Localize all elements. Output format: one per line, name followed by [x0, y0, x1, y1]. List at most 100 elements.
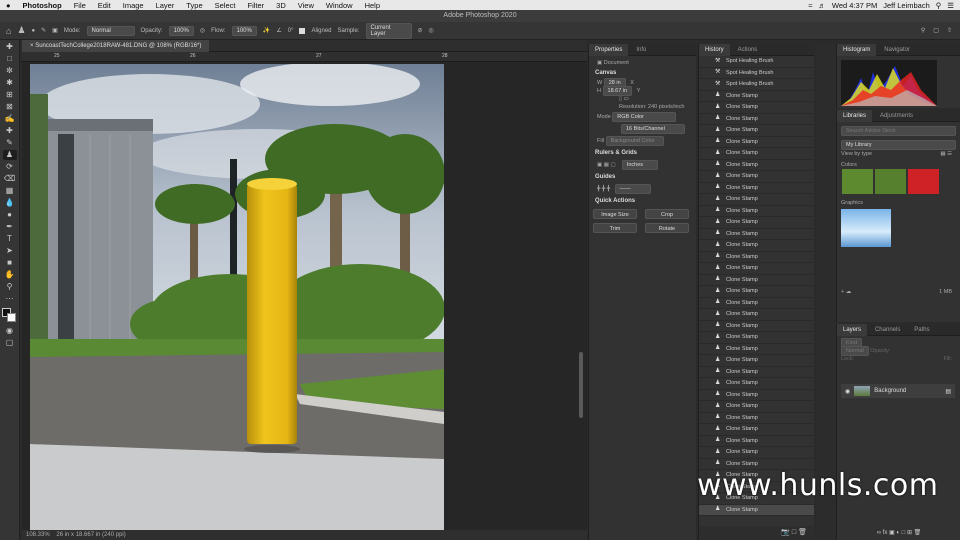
history-item[interactable]: ♟ Clone Stamp: [699, 102, 814, 114]
marquee-tool-icon[interactable]: □: [3, 54, 17, 64]
vertical-scrollbar[interactable]: [579, 352, 583, 418]
brush-tool-icon[interactable]: ✎: [3, 138, 17, 148]
rulers-grids-title[interactable]: Rulers & Grids: [589, 147, 696, 159]
history-item[interactable]: ♟ Clone Stamp: [699, 229, 814, 240]
mode-select[interactable]: Normal: [86, 25, 135, 36]
add-library-icon[interactable]: +: [841, 289, 844, 295]
history-item[interactable]: ♟ Clone Stamp: [699, 114, 814, 125]
trash-icon[interactable]: 🗑: [914, 530, 922, 536]
folder-icon[interactable]: □: [902, 530, 906, 536]
volume-icon[interactable]: ♬: [818, 1, 826, 10]
ignore-adjustments-icon[interactable]: ⊘: [418, 27, 423, 34]
tab-navigator[interactable]: Navigator: [878, 44, 916, 56]
blur-tool-icon[interactable]: 💧: [3, 198, 17, 208]
wifi-icon[interactable]: ≈: [808, 1, 812, 10]
landscape-icon[interactable]: ▭: [624, 96, 629, 102]
history-item[interactable]: ♟ Clone Stamp: [699, 252, 814, 263]
hand-tool-icon[interactable]: ✋: [3, 270, 17, 280]
bit-depth-select[interactable]: 16 Bits/Channel: [621, 124, 685, 134]
quick-mask-icon[interactable]: ◉: [3, 326, 17, 336]
menu-list-icon[interactable]: ☰: [947, 1, 954, 10]
history-item[interactable]: ♟ Clone Stamp: [699, 160, 814, 171]
portrait-icon[interactable]: ▯: [619, 96, 622, 102]
guide-style-select[interactable]: ——: [614, 184, 651, 194]
pen-tool-icon[interactable]: ✒: [3, 222, 17, 232]
history-item[interactable]: ♟ Clone Stamp: [699, 344, 814, 355]
units-select[interactable]: Inches: [621, 160, 658, 170]
history-item[interactable]: ♟ Clone Stamp: [699, 217, 814, 229]
menu-file[interactable]: File: [68, 1, 92, 10]
menu-3d[interactable]: 3D: [270, 1, 292, 10]
menu-edit[interactable]: Edit: [92, 1, 117, 10]
menu-help[interactable]: Help: [359, 1, 386, 10]
history-item[interactable]: ♟ Clone Stamp: [699, 194, 814, 206]
guide-layout-icon[interactable]: ╋: [607, 186, 610, 192]
move-tool-icon[interactable]: ✚: [3, 42, 17, 52]
history-item[interactable]: ♟ Clone Stamp: [699, 137, 814, 148]
history-item[interactable]: ⚒ Spot Healing Brush: [699, 68, 814, 79]
new-layer-icon[interactable]: ⊞: [907, 530, 912, 536]
angle-icon[interactable]: ∠: [276, 27, 281, 34]
history-item[interactable]: ♟ Clone Stamp: [699, 504, 814, 516]
history-item[interactable]: ♟ Clone Stamp: [699, 367, 814, 378]
frame-tool-icon[interactable]: ⊠: [3, 102, 17, 112]
smart-guide-icon[interactable]: ╋: [602, 186, 605, 192]
visibility-eye-icon[interactable]: ◉: [845, 388, 850, 395]
clone-stamp-tool-icon[interactable]: ♟: [2, 150, 17, 160]
clone-source-icon[interactable]: ▣: [52, 27, 58, 34]
history-item[interactable]: ♟ Clone Stamp: [699, 355, 814, 367]
quick-select-tool-icon[interactable]: ✱: [3, 78, 17, 88]
clock[interactable]: Wed 4:37 PM: [832, 1, 877, 10]
guides-title[interactable]: Guides: [589, 171, 696, 183]
search-icon[interactable]: ⚲: [921, 27, 925, 34]
layer-row-background[interactable]: ◉ Background ▤: [841, 384, 955, 398]
history-item[interactable]: ♟ Clone Stamp: [699, 286, 814, 298]
pressure-opacity-icon[interactable]: ◎: [200, 27, 205, 34]
history-brush-tool-icon[interactable]: ⟳: [3, 162, 17, 172]
menu-filter[interactable]: Filter: [241, 1, 270, 10]
history-item[interactable]: ♟ Clone Stamp: [699, 148, 814, 160]
clone-stamp-tool-icon[interactable]: ♟: [17, 25, 25, 36]
history-item[interactable]: ♟ Clone Stamp: [699, 263, 814, 275]
cloud-icon[interactable]: ☁: [846, 289, 852, 295]
history-item[interactable]: ♟ Clone Stamp: [699, 91, 814, 102]
canvas-area[interactable]: [22, 52, 587, 530]
history-item[interactable]: ⚒ Spot Healing Brush: [699, 56, 814, 68]
mask-icon[interactable]: ▣: [889, 530, 895, 536]
menu-app[interactable]: Photoshop: [17, 1, 68, 10]
library-color-swatch[interactable]: [842, 169, 873, 194]
path-select-tool-icon[interactable]: ➤: [3, 246, 17, 256]
rotate-button[interactable]: Rotate: [645, 223, 689, 233]
healing-brush-tool-icon[interactable]: ✚: [3, 126, 17, 136]
history-item[interactable]: ♟ Clone Stamp: [699, 413, 814, 424]
menu-view[interactable]: View: [292, 1, 320, 10]
grid-view-icon[interactable]: ▦ ☰: [940, 151, 952, 157]
guide-icon[interactable]: ╋: [597, 186, 600, 192]
rectangle-tool-icon[interactable]: ■: [3, 258, 17, 268]
history-item[interactable]: ♟ Clone Stamp: [699, 401, 814, 413]
history-item[interactable]: ♟ Clone Stamp: [699, 390, 814, 401]
history-item[interactable]: ♟ Clone Stamp: [699, 378, 814, 390]
document-canvas[interactable]: [30, 64, 444, 530]
history-item[interactable]: ♟ Clone Stamp: [699, 275, 814, 286]
eraser-tool-icon[interactable]: ⌫: [3, 174, 17, 184]
airbrush-icon[interactable]: ✨: [263, 27, 270, 34]
tab-histogram[interactable]: Histogram: [837, 44, 877, 56]
user-name[interactable]: Jeff Leimbach: [883, 1, 930, 10]
history-item[interactable]: ♟ Clone Stamp: [699, 206, 814, 217]
home-icon[interactable]: ⌂: [6, 26, 11, 36]
graphics-title[interactable]: Graphics: [841, 200, 863, 206]
fill-select[interactable]: Background Color: [605, 136, 664, 146]
brush-preset-icon[interactable]: ●: [32, 28, 36, 34]
tab-channels[interactable]: Channels: [869, 324, 906, 336]
history-item[interactable]: ♟ Clone Stamp: [699, 332, 814, 344]
stock-search-input[interactable]: Search Adobe Stock: [841, 126, 956, 136]
quick-actions-title[interactable]: Quick Actions: [589, 195, 696, 207]
type-tool-icon[interactable]: T: [3, 234, 17, 244]
dodge-tool-icon[interactable]: ●: [3, 210, 17, 220]
view-by-select[interactable]: View by type: [841, 151, 872, 157]
more-tools-icon[interactable]: ⋯: [3, 294, 17, 304]
tab-history[interactable]: History: [699, 44, 730, 56]
height-input[interactable]: 18.67 in: [602, 86, 633, 96]
menu-type[interactable]: Type: [180, 1, 208, 10]
